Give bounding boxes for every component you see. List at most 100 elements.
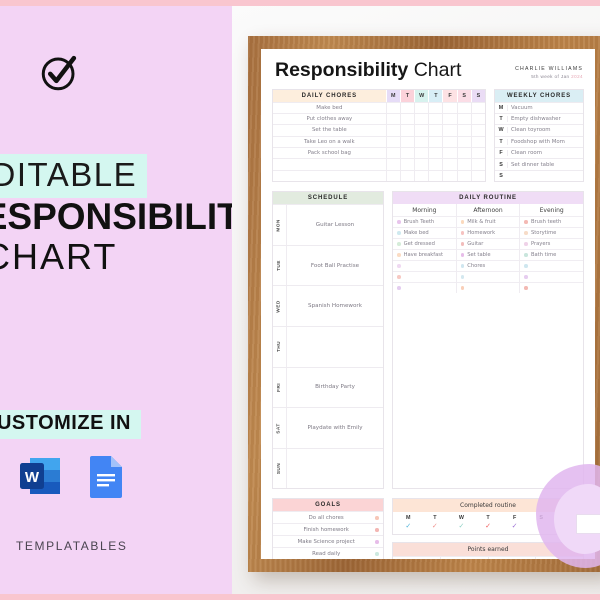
list-item[interactable]: Read daily <box>273 547 383 559</box>
daily-chore-checkbox[interactable] <box>399 148 414 159</box>
daily-chore-checkbox[interactable] <box>442 159 456 170</box>
daily-chore-checkbox[interactable] <box>470 125 485 136</box>
weekly-chore-task[interactable]: Clean room <box>507 150 583 157</box>
schedule-note[interactable]: Spanish Homework <box>286 286 383 327</box>
daily-chore-checkbox[interactable] <box>442 113 456 125</box>
list-item[interactable]: Chores <box>456 260 520 271</box>
daily-chore-checkbox[interactable] <box>414 170 428 182</box>
daily-chore-checkbox[interactable] <box>470 136 485 148</box>
daily-chore-checkbox[interactable] <box>399 159 414 170</box>
routine-item-label: Guitar <box>467 241 484 248</box>
list-item[interactable]: Homework <box>456 227 520 238</box>
bullet-dot-icon <box>524 220 528 225</box>
daily-chore-checkbox[interactable] <box>470 159 485 170</box>
completed-routine-cell[interactable]: M ✓ <box>395 515 422 530</box>
daily-chore-checkbox[interactable] <box>428 102 442 113</box>
list-item[interactable]: Have breakfast <box>393 249 456 260</box>
completed-routine-cell[interactable]: W ✓ <box>448 515 475 530</box>
list-item[interactable] <box>393 282 456 293</box>
completed-routine-cell[interactable]: F ✓ <box>501 515 528 530</box>
daily-chore-checkbox[interactable] <box>428 159 442 170</box>
daily-chore-checkbox[interactable] <box>442 148 456 159</box>
daily-chore-checkbox[interactable] <box>428 113 442 125</box>
daily-chore-checkbox[interactable] <box>456 159 471 170</box>
list-item[interactable] <box>520 271 584 282</box>
list-item[interactable]: Brush teeth <box>520 216 584 227</box>
daily-chore-checkbox[interactable] <box>399 170 414 182</box>
daily-chore-checkbox[interactable] <box>456 170 471 182</box>
completed-routine-cell[interactable]: T ✓ <box>422 515 449 530</box>
points-cell[interactable]: MON7 <box>393 557 440 559</box>
weekly-chore-task[interactable]: Vacuum <box>507 104 583 111</box>
daily-chore-checkbox[interactable] <box>399 136 414 148</box>
weekly-chore-task[interactable]: Empty dishwasher <box>507 116 583 123</box>
list-item[interactable] <box>393 271 456 282</box>
daily-chore-checkbox[interactable] <box>428 136 442 148</box>
daily-chore-checkbox[interactable] <box>428 170 442 182</box>
list-item[interactable] <box>520 260 584 271</box>
daily-chore-checkbox[interactable] <box>442 136 456 148</box>
routine-column-morning: Morning Brush Teeth Make bed Get dressed Hav… <box>393 204 456 293</box>
daily-chore-checkbox[interactable] <box>456 102 471 113</box>
completed-routine-cell[interactable]: T ✓ <box>475 515 502 530</box>
daily-chore-checkbox[interactable] <box>470 113 485 125</box>
list-item[interactable] <box>456 271 520 282</box>
list-item[interactable] <box>520 282 584 293</box>
schedule-note[interactable]: Playdate with Emily <box>286 408 383 448</box>
weekly-chore-task[interactable]: Foodshop with Mom <box>507 138 583 145</box>
schedule-note[interactable]: Guitar Lesson <box>286 205 383 245</box>
schedule-note[interactable] <box>286 448 383 489</box>
list-item[interactable]: Make Science project <box>273 535 383 547</box>
list-item[interactable]: Get dressed <box>393 238 456 249</box>
list-item[interactable]: Storytime <box>520 227 584 238</box>
daily-chore-checkbox[interactable] <box>385 113 400 125</box>
schedule-note[interactable]: Birthday Party <box>286 367 383 408</box>
points-cell[interactable]: WED5 <box>487 557 536 559</box>
schedule-note[interactable] <box>286 327 383 367</box>
daily-chore-checkbox[interactable] <box>385 136 400 148</box>
daily-chore-checkbox[interactable] <box>470 102 485 113</box>
daily-chore-checkbox[interactable] <box>385 170 400 182</box>
table-row <box>273 169 485 182</box>
daily-chore-checkbox[interactable] <box>414 159 428 170</box>
daily-chore-checkbox[interactable] <box>385 125 400 136</box>
list-item[interactable]: Finish homework <box>273 523 383 535</box>
daily-chore-checkbox[interactable] <box>456 148 471 159</box>
list-item[interactable]: Bath time <box>520 249 584 260</box>
list-item[interactable] <box>393 260 456 271</box>
daily-chore-checkbox[interactable] <box>385 102 400 113</box>
daily-chore-checkbox[interactable] <box>414 148 428 159</box>
daily-chore-checkbox[interactable] <box>399 125 414 136</box>
daily-chore-checkbox[interactable] <box>442 125 456 136</box>
daily-chore-checkbox[interactable] <box>442 170 456 182</box>
list-item[interactable]: Milk & fruit <box>456 216 520 227</box>
schedule-note[interactable]: Foot Ball Practise <box>286 245 383 286</box>
list-item[interactable]: Prayers <box>520 238 584 249</box>
daily-chore-checkbox[interactable] <box>414 125 428 136</box>
daily-chore-checkbox[interactable] <box>456 136 471 148</box>
list-item[interactable]: Brush Teeth <box>393 216 456 227</box>
daily-chore-checkbox[interactable] <box>428 125 442 136</box>
daily-chore-checkbox[interactable] <box>428 148 442 159</box>
daily-chore-checkbox[interactable] <box>470 148 485 159</box>
daily-chore-checkbox[interactable] <box>414 113 428 125</box>
daily-chore-checkbox[interactable] <box>456 113 471 125</box>
points-cell[interactable]: TUE8 <box>439 557 488 559</box>
daily-chore-checkbox[interactable] <box>385 159 400 170</box>
weekly-chore-task[interactable]: Set dinner table <box>507 161 583 168</box>
daily-chore-checkbox[interactable] <box>399 102 414 113</box>
goal-dot-icon <box>375 552 379 556</box>
daily-chore-checkbox[interactable] <box>385 148 400 159</box>
list-item[interactable]: Set table <box>456 249 520 260</box>
daily-chore-checkbox[interactable] <box>456 125 471 136</box>
daily-chore-checkbox[interactable] <box>442 102 456 113</box>
weekly-chore-task[interactable]: Clean toyroom <box>507 127 583 134</box>
daily-chore-checkbox[interactable] <box>399 113 414 125</box>
daily-chore-checkbox[interactable] <box>414 102 428 113</box>
daily-chore-checkbox[interactable] <box>414 136 428 148</box>
list-item[interactable]: Guitar <box>456 238 520 249</box>
list-item[interactable]: Make bed <box>393 227 456 238</box>
daily-chore-checkbox[interactable] <box>470 170 485 182</box>
list-item[interactable] <box>456 282 520 293</box>
list-item[interactable]: Do all chores <box>273 511 383 523</box>
